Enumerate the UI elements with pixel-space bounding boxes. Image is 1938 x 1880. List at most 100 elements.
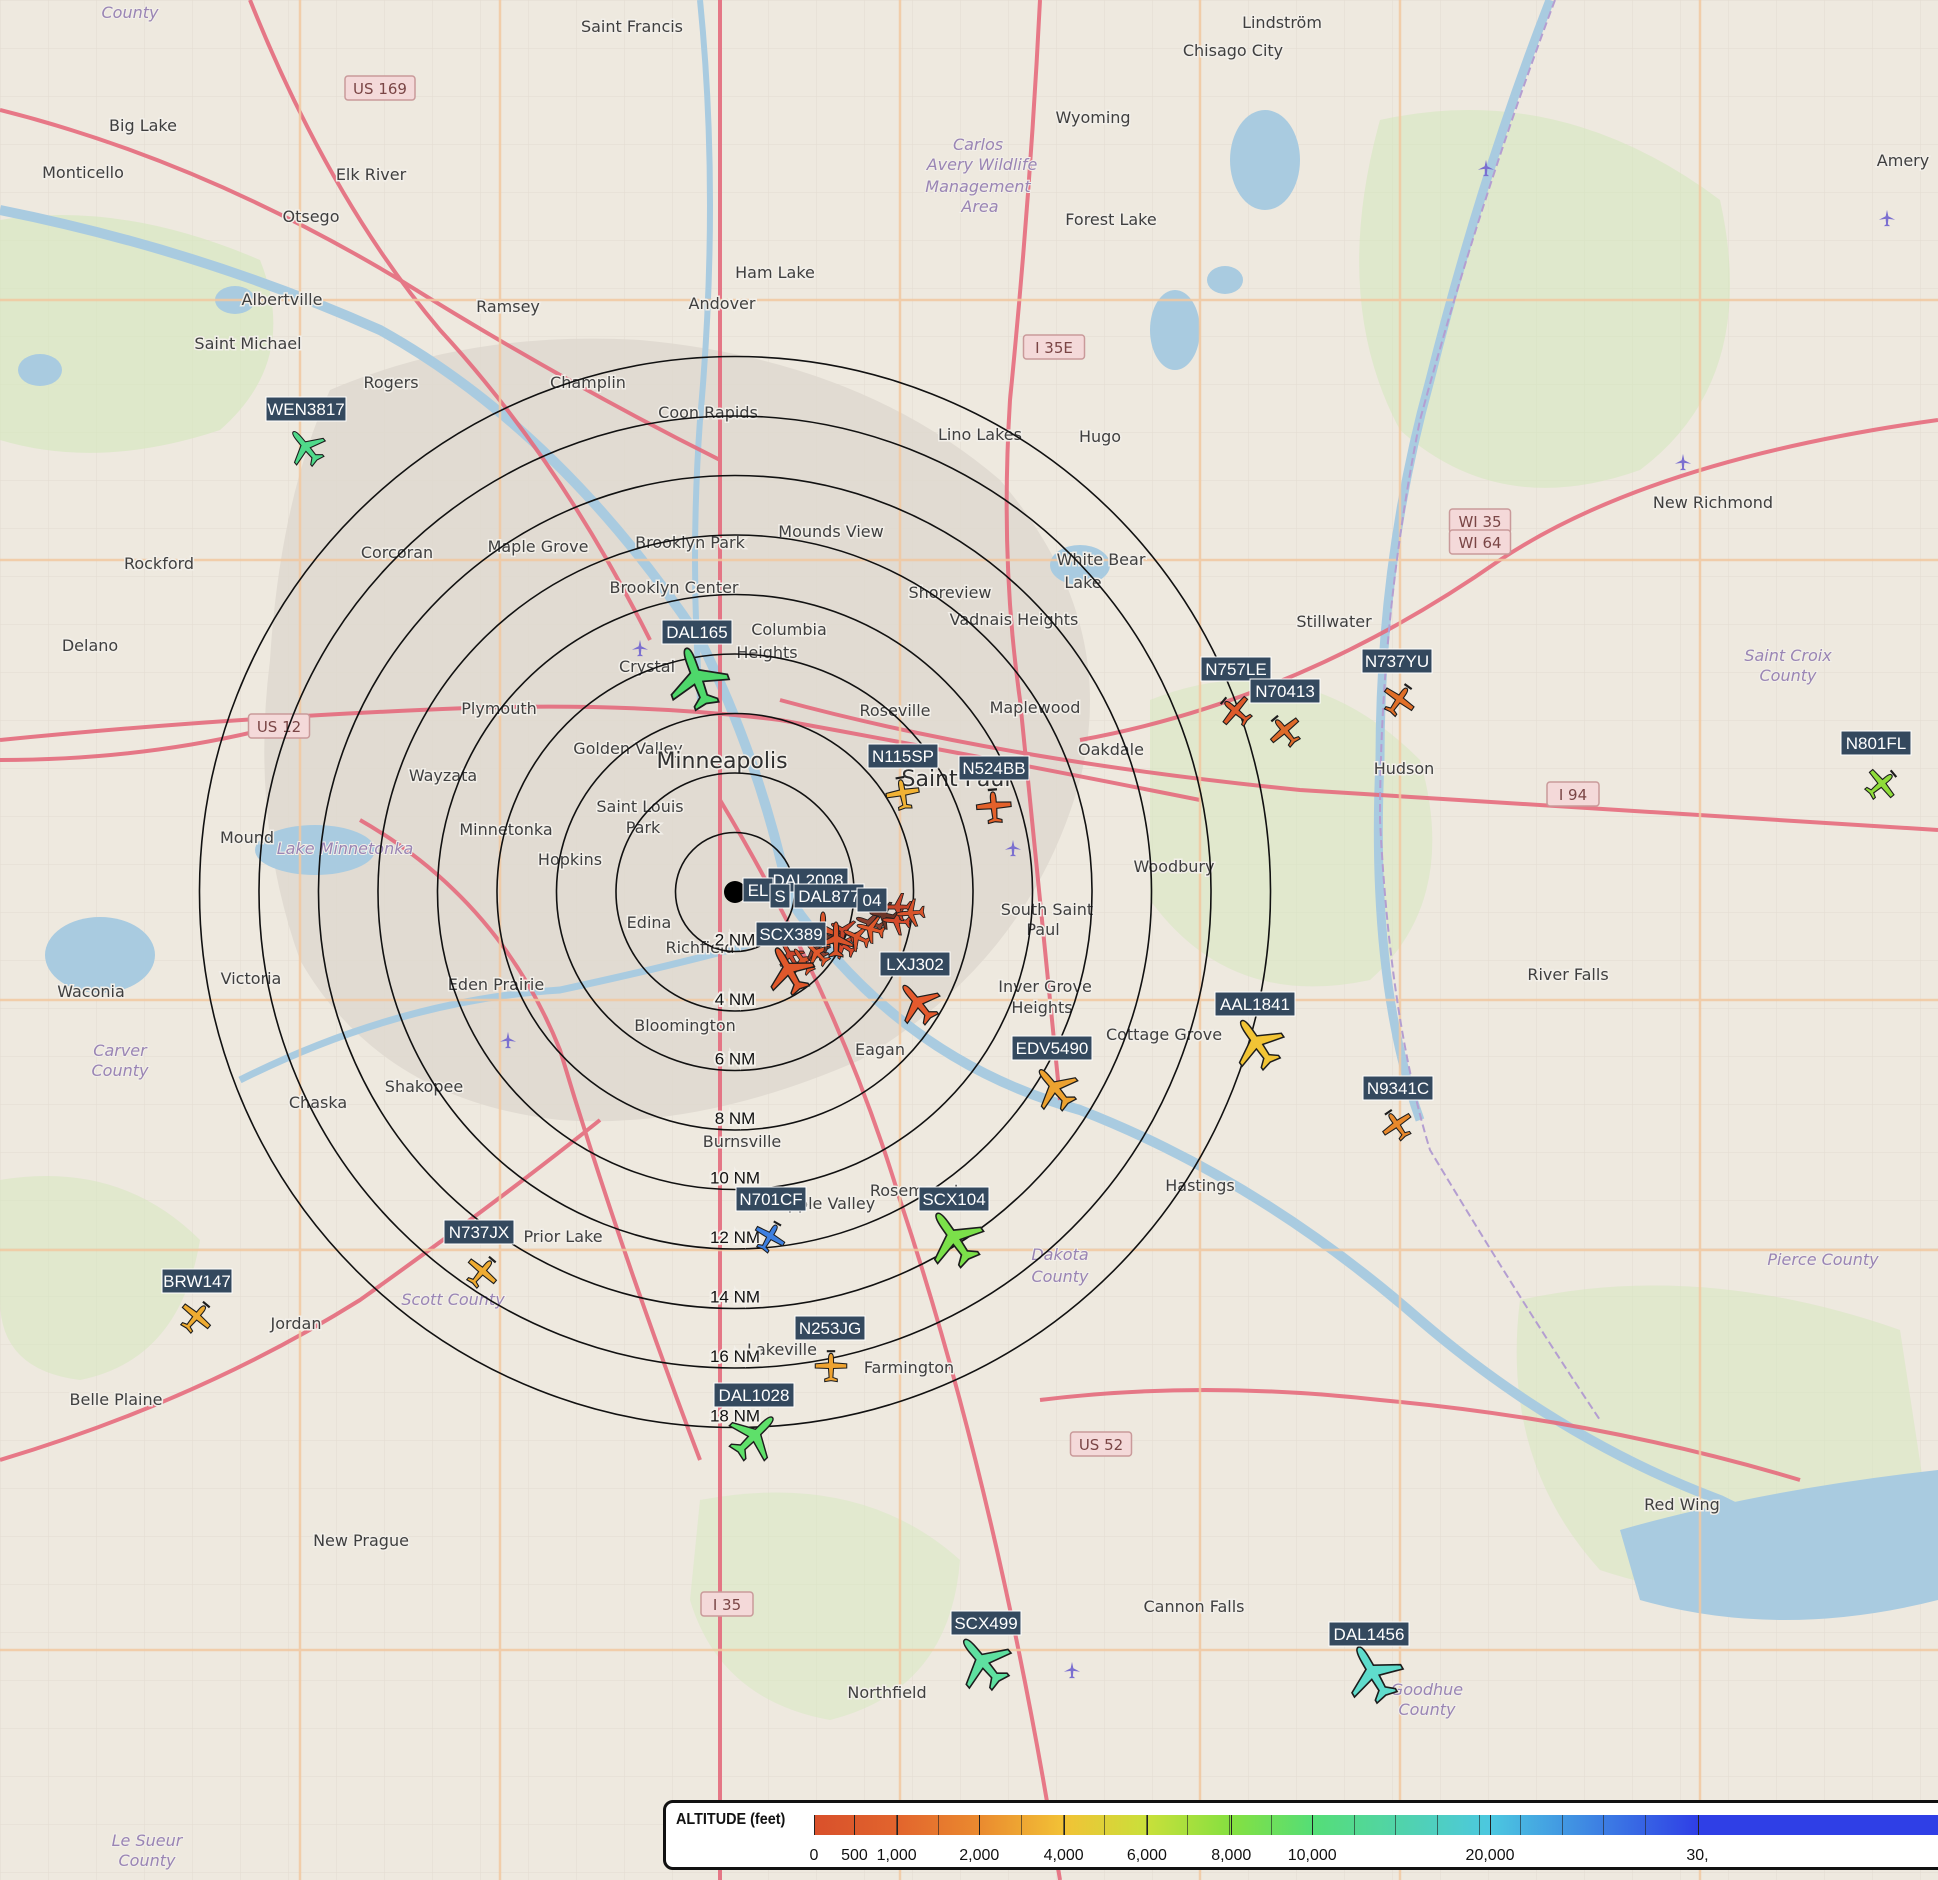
- svg-text:WI 35: WI 35: [1458, 513, 1501, 531]
- place-label: Lake Minnetonka: [277, 839, 414, 858]
- callsign-tag[interactable]: SCX104: [918, 1186, 990, 1212]
- callsign-tag[interactable]: N737JX: [443, 1219, 515, 1245]
- svg-text:I 35E: I 35E: [1035, 339, 1073, 357]
- place-label: Jordan: [270, 1314, 322, 1333]
- svg-text:I 35: I 35: [713, 1596, 741, 1614]
- legend-minor-tick: [1270, 1815, 1272, 1835]
- callsign-tag[interactable]: AAL1841: [1214, 991, 1296, 1017]
- callsign-tag[interactable]: DAL877: [793, 883, 865, 909]
- legend-minor-tick: [1395, 1815, 1397, 1835]
- callsign-tag[interactable]: N737YU: [1361, 648, 1433, 674]
- county-label: County: [92, 1061, 150, 1080]
- legend-minor-tick: [937, 1815, 939, 1835]
- callsign-label: S: [774, 887, 785, 906]
- legend-minor-tick: [854, 1815, 856, 1835]
- callsign-tag[interactable]: SCX499: [950, 1610, 1022, 1636]
- place-label: Shoreview: [909, 583, 992, 602]
- road-shield: US 169: [344, 75, 416, 101]
- callsign-tag[interactable]: N115SP: [867, 743, 939, 769]
- place-label: Woodbury: [1134, 857, 1215, 876]
- place-label: Saint Michael: [194, 334, 301, 353]
- callsign-tag[interactable]: SCX389: [755, 921, 827, 947]
- callsign-label: N737JX: [449, 1223, 509, 1242]
- place-label: Big Lake: [109, 116, 177, 135]
- aircraft-map[interactable]: US 169I 35EWI 35WI 64US 12I 94US 52I 35 …: [0, 0, 1938, 1880]
- place-label: Forest Lake: [1065, 210, 1156, 229]
- callsign-label: N801FL: [1846, 734, 1906, 753]
- legend-minor-tick: [1645, 1815, 1647, 1835]
- county-label: Saint Croix: [1744, 646, 1832, 665]
- callsign-label: EDV5490: [1016, 1039, 1089, 1058]
- county-label: Le Sueur: [112, 1831, 184, 1850]
- callsign-tag[interactable]: 04: [856, 887, 888, 913]
- callsign-label: EL: [748, 881, 769, 900]
- place-label: Red Wing: [1644, 1495, 1720, 1514]
- range-ring-labels: 2 NM4 NM6 NM8 NM10 NM12 NM14 NM16 NM18 N…: [708, 929, 762, 1428]
- callsign-label: WEN3817: [267, 400, 344, 419]
- place-label: Shakopee: [385, 1077, 463, 1096]
- callsign-tag[interactable]: N9341C: [1362, 1075, 1434, 1101]
- legend-tick-label: 1,000: [876, 1847, 917, 1864]
- callsign-label: SCX389: [759, 925, 822, 944]
- callsign-tag[interactable]: N253JG: [794, 1315, 866, 1341]
- legend-minor-tick: [1437, 1815, 1438, 1835]
- callsign-label: SCX104: [922, 1190, 985, 1209]
- legend-tick-label: 30,: [1686, 1847, 1709, 1864]
- place-label: River Falls: [1527, 965, 1608, 984]
- legend-tick-label: 8,000: [1211, 1847, 1252, 1864]
- road-shield: I 35E: [1022, 334, 1086, 360]
- place-label: Chisago City: [1183, 41, 1283, 60]
- legend-tick: [1697, 1815, 1699, 1835]
- callsign-label: N115SP: [872, 747, 934, 766]
- callsign-label: N70413: [1255, 682, 1315, 701]
- place-label: Otsego: [283, 207, 340, 226]
- place-label: Saint Louis: [596, 797, 683, 816]
- callsign-tag[interactable]: EDV5490: [1011, 1035, 1093, 1061]
- legend-minor-tick: [1561, 1815, 1563, 1835]
- callsign-tag[interactable]: N524BB: [958, 755, 1030, 781]
- callsign-tag[interactable]: N701CF: [735, 1186, 807, 1212]
- place-label: Columbia: [751, 620, 827, 639]
- callsign-tag[interactable]: N757LE: [1200, 656, 1272, 682]
- place-label: Coon Rapids: [658, 403, 758, 422]
- place-label: Minneapolis: [656, 749, 787, 774]
- callsign-label: N253JG: [799, 1319, 861, 1338]
- callsign-tag[interactable]: BRW147: [161, 1268, 233, 1294]
- place-label: Champlin: [550, 373, 626, 392]
- callsign-tag[interactable]: N70413: [1249, 678, 1321, 704]
- callsign-tag[interactable]: WEN3817: [265, 396, 347, 422]
- callsign-tag[interactable]: DAL1028: [713, 1382, 795, 1408]
- county-label: Management: [925, 177, 1031, 196]
- county-label: Carver: [93, 1041, 148, 1060]
- range-ring-label: 2 NM: [715, 931, 756, 950]
- callsign-tag[interactable]: N801FL: [1840, 730, 1912, 756]
- place-label: Andover: [689, 294, 756, 313]
- callsign-label: N524BB: [962, 759, 1025, 778]
- county-label: Area: [960, 197, 998, 216]
- place-label: Waconia: [57, 982, 125, 1001]
- callsign-tag[interactable]: S: [769, 883, 791, 909]
- place-label: Edina: [627, 913, 672, 932]
- callsign-tag[interactable]: DAL165: [661, 619, 733, 645]
- place-label: Hastings: [1165, 1176, 1235, 1195]
- legend-minor-tick: [896, 1815, 898, 1835]
- place-label: Brooklyn Park: [635, 533, 746, 552]
- legend-tick: [1490, 1815, 1492, 1835]
- place-label: Hugo: [1079, 427, 1121, 446]
- callsign-label: DAL165: [666, 623, 727, 642]
- legend-tick: [1231, 1815, 1233, 1835]
- place-label: Heights: [1011, 998, 1072, 1017]
- callsign-tag[interactable]: DAL1456: [1328, 1621, 1410, 1647]
- callsign-label: DAL1456: [1334, 1625, 1405, 1644]
- callsign-label: DAL877: [798, 887, 859, 906]
- callsign-tag[interactable]: EL: [742, 877, 774, 903]
- place-label: Crystal: [619, 657, 675, 676]
- legend-minor-tick: [1145, 1815, 1147, 1835]
- county-label: Carlos: [953, 135, 1003, 154]
- place-label: Prior Lake: [523, 1227, 602, 1246]
- place-label: Farmington: [864, 1358, 954, 1377]
- svg-text:I 94: I 94: [1559, 786, 1587, 804]
- legend-minor-tick: [1104, 1815, 1106, 1835]
- legend-tick: [1063, 1815, 1065, 1835]
- callsign-tag[interactable]: LXJ302: [879, 951, 951, 977]
